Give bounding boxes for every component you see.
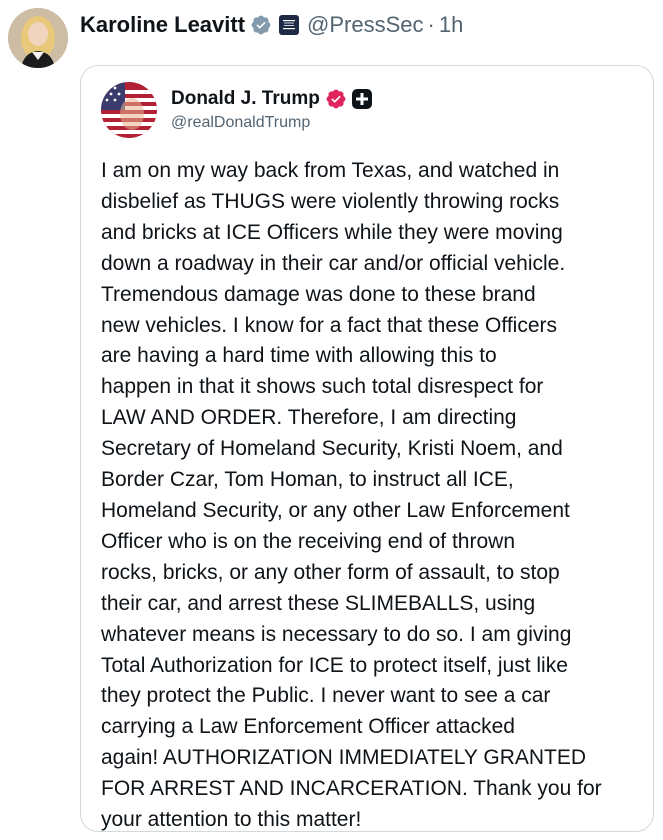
body-line: again! AUTHORIZATION IMMEDIATELY GRANTED	[101, 746, 587, 770]
body-line: Secretary of Homeland Security, Kristi N…	[101, 437, 563, 461]
quoted-author-handle: @realDonaldTrump	[171, 114, 311, 131]
body-line: and bricks at ICE Officers while they we…	[101, 220, 563, 244]
body-line: are having a hard time with allowing thi…	[101, 344, 497, 368]
quoted-author-name[interactable]: Donald J. Trump	[171, 87, 320, 111]
verified-icon	[250, 14, 272, 36]
body-line: Officer who is on the receiving end of t…	[101, 529, 516, 553]
body-line: LAW AND ORDER. Therefore, I am directing	[101, 406, 517, 430]
body-line: disbelief as THUGS were violently throwi…	[101, 189, 560, 213]
author-avatar[interactable]	[8, 8, 68, 68]
body-line: their car, and arrest these SLIMEBALLS, …	[101, 591, 536, 615]
body-line: Border Czar, Tom Homan, to instruct all …	[101, 468, 514, 492]
verified-icon	[325, 88, 347, 110]
body-line: Tremendous damage was done to these bran…	[101, 282, 536, 306]
person-photo-avatar	[8, 8, 68, 68]
body-line: FOR ARREST AND INCARCERATION. Thank you …	[101, 777, 602, 801]
white-house-badge-icon	[279, 15, 300, 35]
body-line: carrying a Law Enforcement Officer attac…	[101, 715, 515, 739]
quoted-post-card[interactable]: Donald J. Trump @realDonaldTrump I am on…	[80, 65, 654, 832]
body-line: rocks, bricks, or any other form of assa…	[101, 560, 560, 584]
body-line: I am on my way back from Texas, and watc…	[101, 159, 560, 182]
body-line: your attention to this matter!	[101, 808, 362, 832]
separator-dot: ·	[427, 12, 435, 37]
american-flag-portrait-avatar	[101, 82, 157, 138]
post-timestamp[interactable]: 1h	[439, 12, 463, 38]
author-handle[interactable]: @PressSec	[307, 12, 423, 38]
quoted-post-text: I am on my way back from Texas, and watc…	[101, 156, 641, 836]
body-line: new vehicles. I know for a fact that the…	[101, 313, 557, 337]
quoted-author-avatar	[101, 82, 157, 138]
author-name[interactable]: Karoline Leavitt	[80, 12, 245, 38]
body-line: Total Authorization for ICE to protect i…	[101, 653, 568, 677]
plus-square-icon	[351, 88, 373, 110]
body-line: whatever means is necessary to do so. I …	[101, 622, 572, 646]
body-line: they protect the Public. I never want to…	[101, 684, 551, 708]
body-line: happen in that it shows such total disre…	[101, 375, 544, 399]
quoted-header: Donald J. Trump	[171, 87, 373, 111]
body-line: Homeland Security, or any other Law Enfo…	[101, 498, 570, 522]
body-line: down a roadway in their car and/or offic…	[101, 251, 566, 275]
post-header: Karoline Leavitt @PressSec · 1h	[80, 12, 463, 38]
